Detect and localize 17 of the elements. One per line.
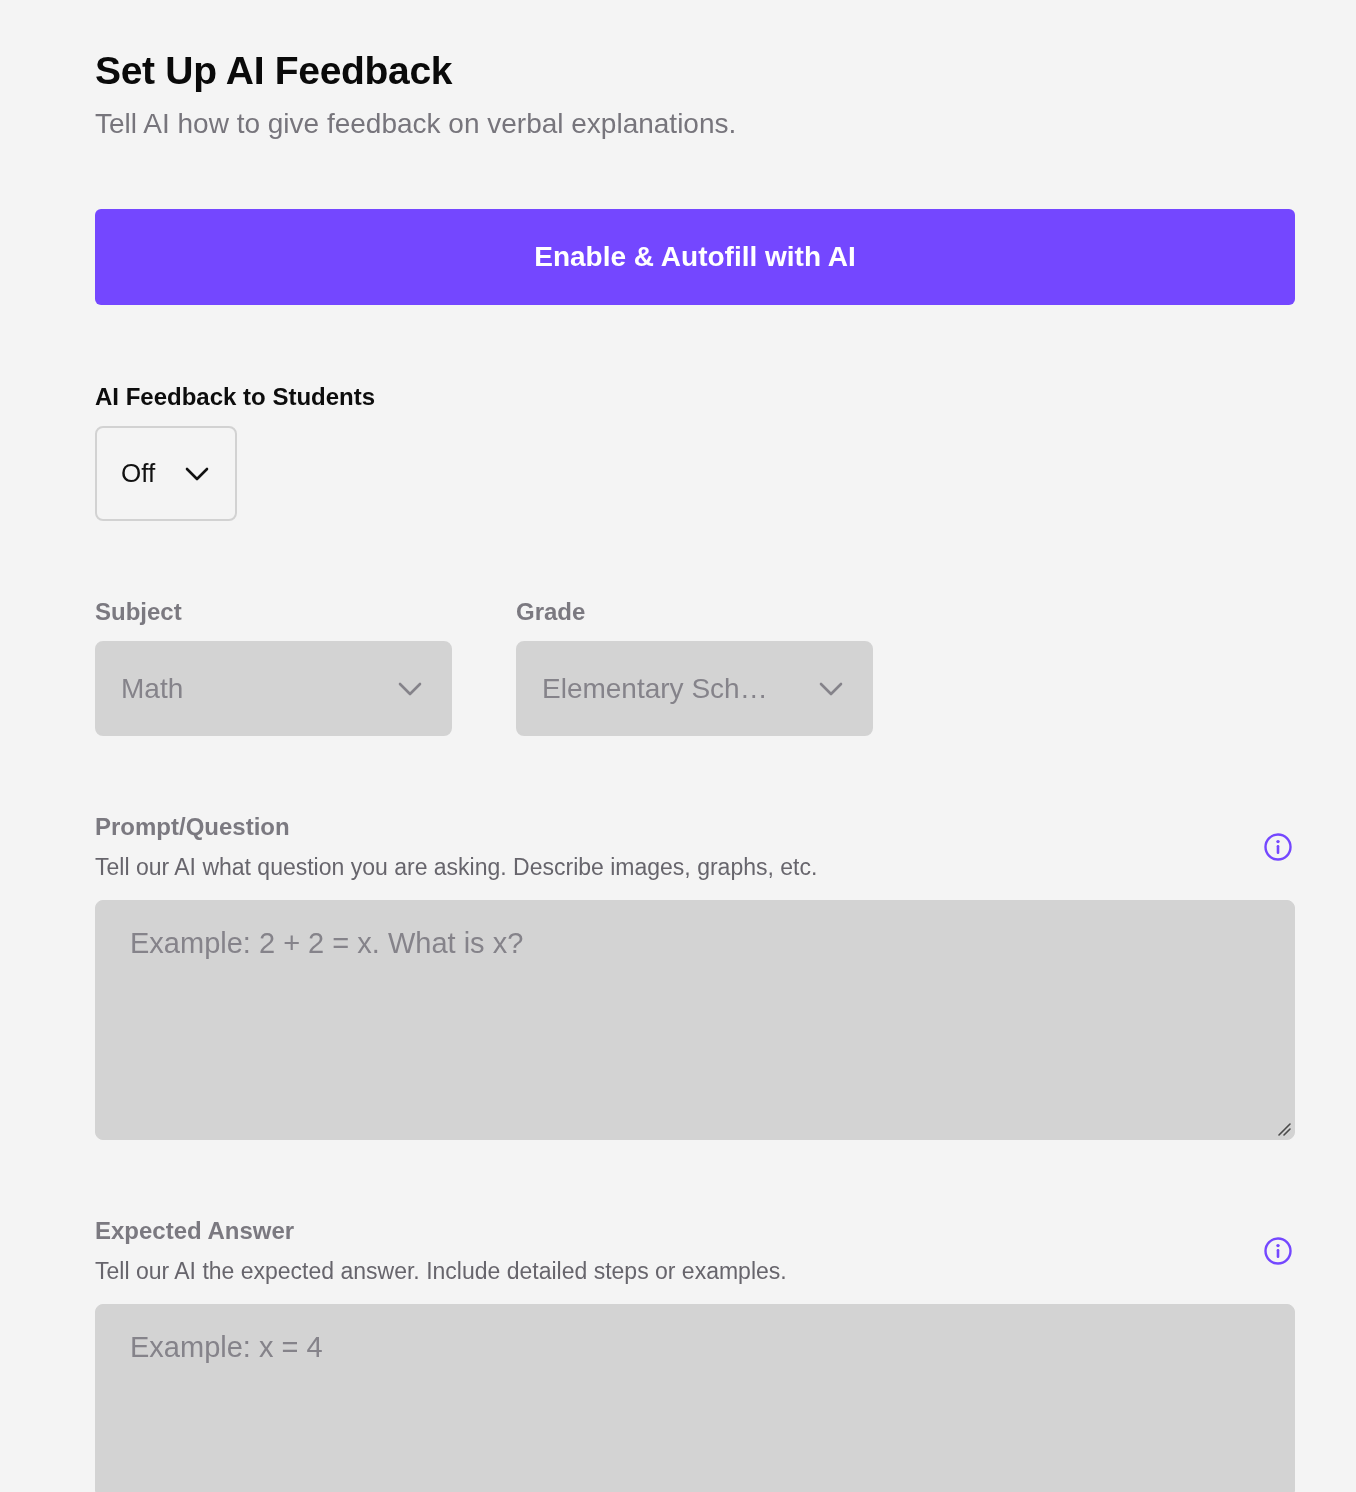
autofill-button[interactable]: Enable & Autofill with AI [95,209,1295,305]
field-hint: Tell our AI the expected answer. Include detailed steps or examples. [95,1257,787,1286]
chevron-down-icon [185,466,210,481]
info-icon[interactable] [1264,1237,1292,1265]
feedback-select[interactable]: Off [95,426,238,521]
page-title: Set Up AI Feedback [95,48,453,94]
resize-grip-icon[interactable] [1278,1123,1291,1136]
chevron-down-icon [398,681,422,696]
page-subtitle: Tell AI how to give feedback on verbal explanations. [95,107,737,141]
field-label: Prompt/Question [95,812,290,842]
field-label: Subject [95,597,182,627]
field-label: Grade [516,597,586,627]
field-label: AI Feedback to Students [95,382,376,412]
chevron-down-icon [819,681,843,696]
field-label: Expected Answer [95,1216,295,1246]
field-hint: Tell our AI what question you are asking. Describe images, graphs, etc. [95,853,818,882]
info-icon[interactable] [1264,833,1292,861]
